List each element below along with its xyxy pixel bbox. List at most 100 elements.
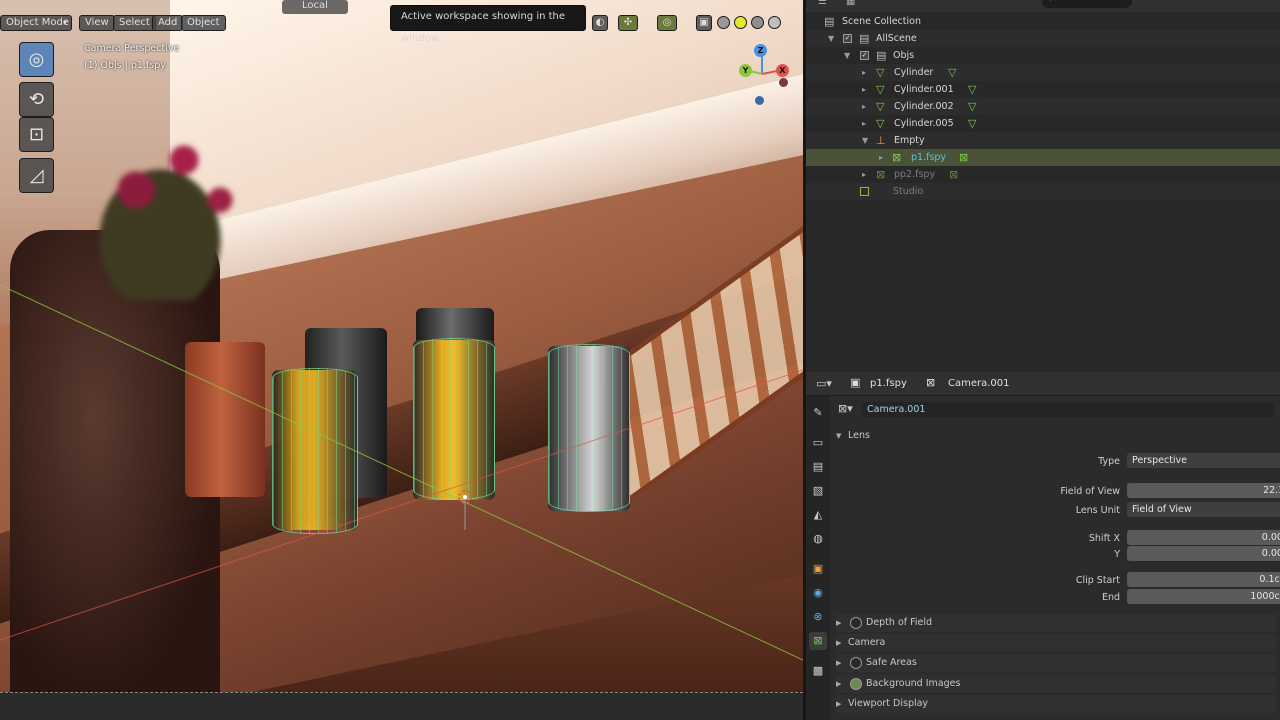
- outliner-item-empty[interactable]: ▼ ⊥ Empty: [806, 132, 1280, 149]
- display-mode-icon[interactable]: ☰: [818, 0, 827, 7]
- panel-depth-of-field[interactable]: ▶ Depth of Field: [836, 614, 1276, 632]
- outliner-item-label: Cylinder.002: [894, 101, 954, 112]
- outliner-spacer: [806, 302, 1280, 319]
- outliner-item-cylinder-001[interactable]: ▸ ▽ Cylinder.001 ▽: [806, 81, 1280, 98]
- breadcrumb-data[interactable]: Camera.001: [948, 378, 1010, 389]
- disclosure-down-icon[interactable]: ▼: [844, 47, 850, 64]
- shading-material-icon[interactable]: [751, 16, 764, 29]
- gizmo-x-icon[interactable]: X: [776, 64, 789, 77]
- checkbox-icon[interactable]: ✓: [860, 51, 869, 60]
- select-tool-icon[interactable]: ◎: [19, 42, 54, 77]
- outliner-spacer: [806, 251, 1280, 268]
- shading-rendered-icon[interactable]: [768, 16, 781, 29]
- menu-view[interactable]: View: [79, 15, 115, 31]
- clip-end-input[interactable]: 1000cm: [1127, 589, 1280, 604]
- disclosure-right-icon[interactable]: ▸: [862, 98, 866, 115]
- world-tab-icon[interactable]: ◍: [809, 530, 827, 548]
- texture-tab-icon[interactable]: ▩: [809, 662, 827, 680]
- outliner-item-objs[interactable]: ▼ ✓ ▤ Objs: [806, 47, 1280, 64]
- outliner-item-cylinder[interactable]: ▸ ▽ Cylinder ▽: [806, 64, 1280, 81]
- checkbox-icon[interactable]: [860, 187, 869, 196]
- outliner-item-p1-fspy[interactable]: ▸ ⊠ p1.fspy ⊠: [806, 149, 1280, 166]
- mesh-data-icon[interactable]: ▽: [968, 81, 976, 98]
- panel-safe-areas[interactable]: ▶ Safe Areas: [836, 654, 1276, 672]
- lens-type-dropdown[interactable]: Perspective: [1127, 453, 1280, 468]
- menu-select[interactable]: Select: [113, 15, 156, 31]
- panel-enable-checkbox[interactable]: [850, 678, 862, 690]
- disclosure-down-icon[interactable]: ▼: [862, 132, 868, 149]
- menu-object[interactable]: Object: [181, 15, 226, 31]
- floor-grid-lines: [0, 284, 803, 661]
- rotate-tool-icon[interactable]: ⟲: [19, 82, 54, 117]
- panel-camera[interactable]: ▶ Camera: [836, 634, 1276, 652]
- outliner-item-cylinder-005[interactable]: ▸ ▽ Cylinder.005 ▽: [806, 115, 1280, 132]
- visibility-icon[interactable]: ◐: [592, 15, 608, 31]
- panel-enable-checkbox[interactable]: [850, 657, 862, 669]
- panel-enable-checkbox[interactable]: [850, 617, 862, 629]
- shift-x-input[interactable]: 0.000: [1127, 530, 1280, 545]
- orientation-dropdown[interactable]: Local: [282, 0, 348, 14]
- 3d-viewport[interactable]: Object Mode ▾ View Select Add Object Loc…: [0, 0, 803, 692]
- mesh-data-icon[interactable]: ▽: [968, 98, 976, 115]
- gizmo-y-icon[interactable]: Y: [739, 64, 752, 77]
- checkbox-icon[interactable]: ✓: [843, 34, 852, 43]
- constraints-tab-icon[interactable]: ⊗: [809, 608, 827, 626]
- outliner-item-label: Cylinder.001: [894, 84, 954, 95]
- output-tab-icon[interactable]: ▤: [809, 458, 827, 476]
- outliner-item-scene-collection[interactable]: ▤ Scene Collection: [806, 13, 1280, 30]
- panel-lens-header[interactable]: ▼ Lens: [836, 427, 1276, 445]
- outliner-spacer: [806, 234, 1280, 251]
- filter-icon[interactable]: ▦: [846, 0, 855, 7]
- disclosure-down-icon[interactable]: ▼: [828, 30, 834, 47]
- editor-type-icon[interactable]: ▭▾: [816, 377, 832, 390]
- shading-wireframe-icon[interactable]: [717, 16, 730, 29]
- panel-collapsed-icon: ▶: [836, 659, 842, 667]
- lens-unit-label: Lens Unit: [1075, 505, 1120, 516]
- panel-background-images[interactable]: ▶ Background Images: [836, 675, 1276, 693]
- shading-solid-icon[interactable]: [734, 16, 747, 29]
- panel-viewport-display[interactable]: ▶ Viewport Display: [836, 695, 1276, 713]
- gizmo-neg-z-icon[interactable]: [755, 96, 764, 105]
- camera-data-icon[interactable]: ⊠: [959, 149, 968, 166]
- camera-datablock-icon[interactable]: ⊠▾: [838, 402, 853, 415]
- measure-tool-icon[interactable]: ◿: [19, 158, 54, 193]
- scene-tab-icon[interactable]: ◭: [809, 506, 827, 524]
- gizmo-z-icon[interactable]: Z: [754, 44, 767, 57]
- clip-start-input[interactable]: 0.1cm: [1127, 572, 1280, 587]
- disclosure-right-icon[interactable]: ▸: [862, 166, 866, 183]
- camera-datablock-field[interactable]: Camera.001: [862, 402, 1274, 417]
- camera-data-tab-icon[interactable]: ⊠: [809, 632, 827, 650]
- camera-data-icon[interactable]: ⊠: [949, 166, 958, 183]
- navigation-gizmo[interactable]: Z X Y: [734, 42, 794, 112]
- outliner-spacer: [806, 319, 1280, 336]
- disclosure-right-icon[interactable]: ▸: [862, 81, 866, 98]
- field-of-view-input[interactable]: 22.1°: [1127, 483, 1280, 498]
- outliner-item-allscene[interactable]: ▼ ✓ ▤ AllScene: [806, 30, 1280, 47]
- outliner-search-input[interactable]: ⌕: [1042, 0, 1132, 8]
- breadcrumb-object[interactable]: p1.fspy: [870, 378, 907, 389]
- physics-tab-icon[interactable]: ◉: [809, 584, 827, 602]
- view-layer-tab-icon[interactable]: ▧: [809, 482, 827, 500]
- lens-unit-dropdown[interactable]: Field of View: [1127, 502, 1280, 517]
- tool-tab-icon[interactable]: ✎: [809, 404, 827, 422]
- outliner-item-studio[interactable]: Studio: [806, 183, 1280, 200]
- overlay-toggle-icon[interactable]: ◎: [657, 15, 677, 31]
- scale-tool-icon[interactable]: ⊡: [19, 117, 54, 152]
- shift-x-label: Shift X: [1088, 533, 1120, 544]
- disclosure-right-icon[interactable]: ▸: [879, 149, 883, 166]
- object-mode-dropdown[interactable]: Object Mode ▾: [0, 15, 72, 31]
- gizmo-neg-x-icon[interactable]: [779, 78, 788, 87]
- outliner-item-pp2-fspy[interactable]: ▸ ⊠ pp2.fspy ⊠: [806, 166, 1280, 183]
- object-tab-icon[interactable]: ▣: [809, 560, 827, 578]
- menu-add[interactable]: Add: [152, 15, 184, 31]
- panel-title: Viewport Display: [848, 698, 929, 709]
- mesh-data-icon[interactable]: ▽: [968, 115, 976, 132]
- shift-y-input[interactable]: 0.000: [1127, 546, 1280, 561]
- gizmo-toggle-icon[interactable]: ✣: [618, 15, 638, 31]
- xray-toggle-icon[interactable]: ▣: [696, 15, 712, 31]
- disclosure-right-icon[interactable]: ▸: [862, 64, 866, 81]
- disclosure-right-icon[interactable]: ▸: [862, 115, 866, 132]
- render-tab-icon[interactable]: ▭: [809, 434, 827, 452]
- outliner-item-cylinder-002[interactable]: ▸ ▽ Cylinder.002 ▽: [806, 98, 1280, 115]
- mesh-data-icon[interactable]: ▽: [948, 64, 956, 81]
